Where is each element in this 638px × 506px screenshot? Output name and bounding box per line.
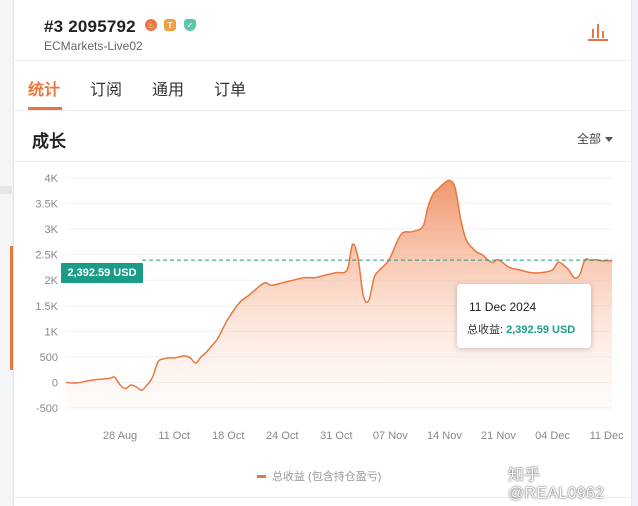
chart-tooltip: 11 Dec 2024 总收益: 2,392.59 USD xyxy=(457,284,591,348)
x-tick-label: 07 Nov xyxy=(373,430,408,442)
tooltip-row: 总收益: 2,392.59 USD xyxy=(467,321,575,337)
y-tick-label: 2K xyxy=(45,275,59,287)
y-tick-label: 3K xyxy=(45,224,59,236)
tooltip-label: 总收益: xyxy=(467,324,504,336)
y-tick-label: 1K xyxy=(45,326,59,338)
legend-label: 总收益 (包含持仓盈亏) xyxy=(272,471,382,483)
growth-chart: -500 0 500 1K 1.5K 2K 2.5K 3K 3.5K 4K 28 Aug 11 Oc… xyxy=(35,173,625,442)
x-tick-label: 11 Oct xyxy=(158,430,190,442)
y-tick-label: 3.5K xyxy=(35,199,58,211)
legend-swatch xyxy=(257,474,266,478)
x-tick-label: 11 Dec xyxy=(590,430,625,442)
x-tick-label: 31 Oct xyxy=(320,430,352,442)
x-tick-label: 21 Nov xyxy=(481,430,516,442)
background-panel-divider xyxy=(0,186,12,194)
watermark: 知乎 @REAL0962 xyxy=(508,467,605,502)
tooltip-date: 11 Dec 2024 xyxy=(469,300,537,314)
y-tick-label: 0 xyxy=(52,377,58,389)
x-tick-label: 28 Aug xyxy=(103,430,137,442)
x-tick-label: 14 Nov xyxy=(427,430,462,442)
x-tick-label: 24 Oct xyxy=(266,430,298,442)
current-value-tag: 2,392.59 USD xyxy=(61,263,143,283)
y-tick-label: -500 xyxy=(36,403,58,415)
y-tick-label: 1.5K xyxy=(35,301,58,313)
x-tick-label: 18 Oct xyxy=(212,430,244,442)
account-stats-card: #3 2095792 ♨ T ✓ ECMarkets-Live02 统计 订阅 … xyxy=(13,0,632,506)
y-tick-label: 2.5K xyxy=(35,250,58,262)
x-tick-label: 04 Dec xyxy=(535,430,570,442)
tooltip-value: 2,392.59 USD xyxy=(506,324,576,336)
chart-legend[interactable]: 总收益 (包含持仓盈亏) xyxy=(257,468,381,484)
y-tick-label: 500 xyxy=(40,352,58,364)
y-tick-label: 4K xyxy=(45,173,59,185)
